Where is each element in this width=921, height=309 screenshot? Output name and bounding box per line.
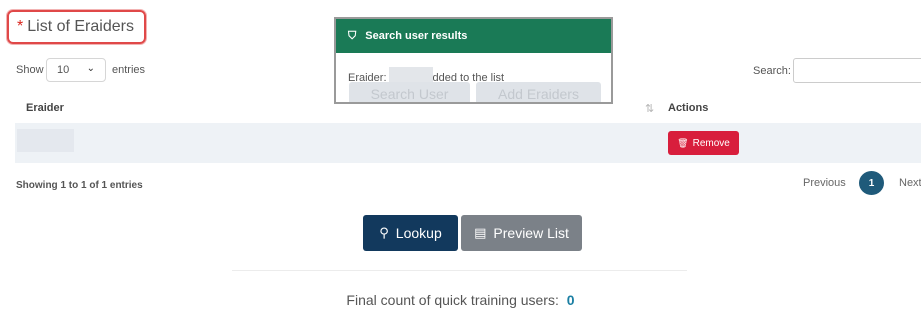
final-count-label: Final count of quick training users: — [346, 292, 559, 308]
final-count-value: 0 — [566, 292, 575, 308]
table-info: Showing 1 to 1 of 1 entries — [16, 180, 143, 191]
add-eraiders-label: Add Eraiders — [498, 86, 579, 102]
final-count: Final count of quick training users: 0 — [0, 292, 921, 308]
search-user-label: Search User — [370, 86, 449, 102]
page-1-button[interactable]: 1 — [859, 171, 884, 195]
entries-label: entries — [112, 64, 146, 76]
show-label: Show — [16, 64, 44, 76]
preview-list-button-label: Preview List — [493, 225, 569, 241]
table-row — [15, 123, 921, 163]
sort-icon[interactable]: ⇅ — [645, 102, 654, 115]
remove-button-label: Remove — [692, 137, 730, 149]
users-search-icon: ⚲ — [379, 225, 389, 240]
search-input[interactable] — [793, 58, 921, 83]
trash-icon: 🗑 — [677, 137, 689, 148]
required-marker: * — [17, 18, 24, 35]
redacted-eraider-name — [17, 129, 74, 152]
shield-check-icon: ⛉ — [348, 29, 357, 42]
next-page-link[interactable]: Next — [899, 177, 921, 189]
search-user-button: Search User — [349, 82, 470, 102]
search-results-toast: ⛉ Search user results Eraider: dded to t… — [334, 17, 613, 104]
lookup-button-label: Lookup — [395, 225, 442, 241]
preview-list-button[interactable]: ▤ Preview List — [461, 215, 582, 251]
toast-header: ⛉ Search user results — [336, 19, 611, 53]
search-label: Search: — [753, 65, 791, 77]
previous-page-link[interactable]: Previous — [803, 177, 846, 189]
add-eraiders-button: Add Eraiders — [476, 82, 601, 102]
toast-title: Search user results — [365, 30, 468, 42]
chevron-down-icon: ⌄ — [86, 63, 95, 74]
divider — [232, 270, 687, 271]
lookup-button[interactable]: ⚲ Lookup — [363, 215, 458, 251]
page-size-value: 10 — [57, 64, 70, 76]
remove-button[interactable]: 🗑 Remove — [668, 131, 739, 155]
column-header-actions: Actions — [668, 102, 709, 114]
column-header-eraider[interactable]: Eraider — [26, 102, 64, 114]
list-title-box: * List of Eraiders — [7, 10, 146, 44]
list-preview-icon: ▤ — [474, 225, 487, 240]
page-title: List of Eraiders — [27, 18, 134, 35]
page-size-select[interactable]: 10 ⌄ — [46, 58, 106, 82]
